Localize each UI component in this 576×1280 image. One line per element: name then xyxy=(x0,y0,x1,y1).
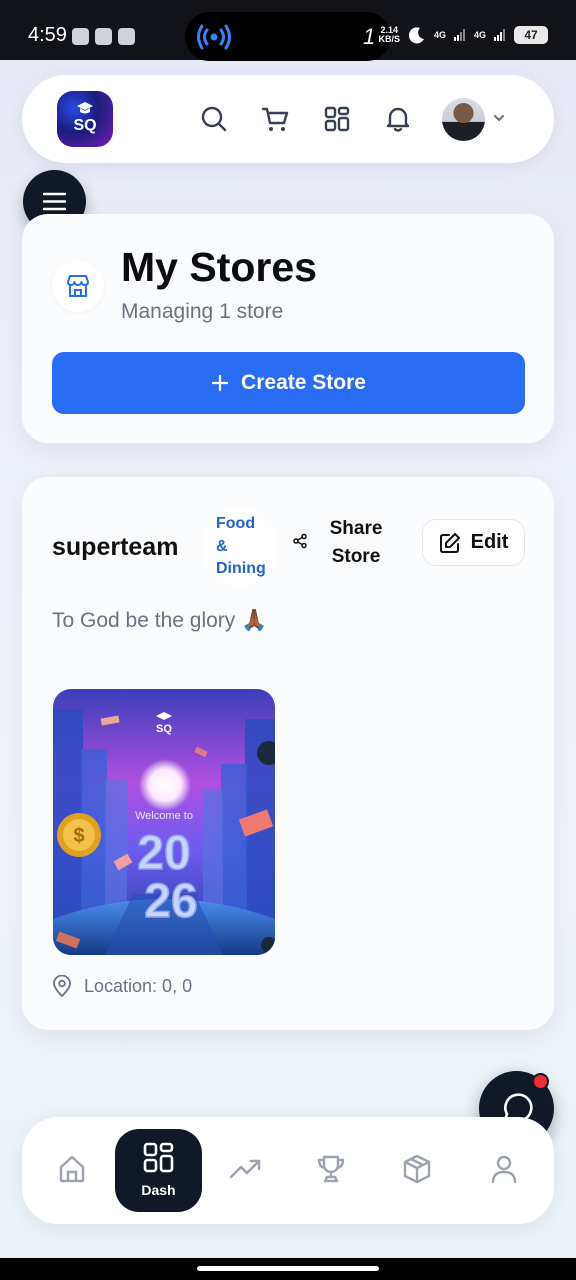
bottom-navbar: Dash xyxy=(22,1117,554,1224)
moon-icon xyxy=(408,27,424,44)
category-badge: Food & Dining xyxy=(204,507,276,587)
store-banner-image: SQ Welcome to 20 26 $ xyxy=(53,689,275,955)
create-store-label: Create Store xyxy=(241,371,366,394)
stores-header-card: My Stores Managing 1 store Create Store xyxy=(22,214,554,443)
app-logo[interactable]: SQ xyxy=(57,91,113,147)
signal-icon xyxy=(494,29,505,41)
plus-icon xyxy=(211,374,229,392)
search-icon[interactable] xyxy=(200,105,228,133)
sq-logo-mark: SQ xyxy=(156,712,172,735)
bell-icon[interactable] xyxy=(384,105,412,133)
trending-up-icon[interactable] xyxy=(229,1153,261,1185)
store-name: superteam xyxy=(52,533,179,561)
gesture-bar xyxy=(0,1258,576,1280)
grid-icon[interactable] xyxy=(323,105,351,133)
island-counter: 1 xyxy=(363,24,376,49)
logo-text: SQ xyxy=(73,117,97,134)
svg-text:SQ: SQ xyxy=(156,723,172,735)
edit-button[interactable]: Edit xyxy=(422,519,525,566)
broadcast-icon xyxy=(197,24,231,50)
app-notification-icon xyxy=(72,28,89,45)
battery-icon: 47 xyxy=(514,26,548,44)
svg-text:Welcome to: Welcome to xyxy=(135,810,193,822)
map-pin-icon xyxy=(53,975,71,997)
cart-icon[interactable] xyxy=(261,105,289,133)
hamburger-menu-icon xyxy=(43,192,66,211)
svg-text:$: $ xyxy=(73,825,84,847)
store-description: To God be the glory 🙏🏾 xyxy=(52,609,268,632)
dynamic-island: 1 xyxy=(185,12,391,61)
store-location: Location: 0, 0 xyxy=(52,975,192,997)
edit-icon xyxy=(439,532,460,553)
share-icon xyxy=(293,533,307,549)
home-indicator[interactable] xyxy=(197,1266,379,1271)
signal-icon xyxy=(453,29,465,41)
status-time: 4:59 xyxy=(28,24,67,46)
chevron-down-icon[interactable] xyxy=(492,113,506,123)
nav-dashboard[interactable]: Dash xyxy=(115,1129,202,1212)
app-notification-icon xyxy=(118,28,135,45)
edit-label: Edit xyxy=(470,531,509,553)
snapchat-icon xyxy=(95,28,112,45)
store-card: superteam Food & Dining Share Store Edit… xyxy=(22,477,554,1030)
location-text: Location: 0, 0 xyxy=(84,975,193,996)
package-icon[interactable] xyxy=(401,1153,433,1185)
store-image[interactable]: SQ Welcome to 20 26 $ xyxy=(53,689,275,955)
nav-dashboard-label: Dash xyxy=(141,1182,176,1198)
dashboard-icon xyxy=(143,1142,174,1173)
user-icon[interactable] xyxy=(488,1153,520,1185)
avatar[interactable] xyxy=(442,98,485,141)
create-store-button[interactable]: Create Store xyxy=(52,352,525,414)
share-store-button[interactable]: Share Store xyxy=(292,513,402,573)
svg-text:20: 20 xyxy=(137,827,190,880)
network-type-2: 4G xyxy=(473,30,486,40)
page-title: My Stores xyxy=(121,244,317,290)
status-app-icons xyxy=(72,28,135,45)
page-subtitle: Managing 1 store xyxy=(121,300,284,323)
store-icon xyxy=(67,275,89,297)
share-store-label: Share Store xyxy=(329,518,383,567)
home-icon[interactable] xyxy=(56,1153,88,1185)
graduation-cap-icon xyxy=(77,102,93,114)
notification-dot xyxy=(532,1073,549,1090)
store-badge xyxy=(52,260,104,312)
status-bar: 4:59 1 2.14 KB/S 4G 4G 47 xyxy=(0,0,576,61)
network-speed: 2.14 KB/S xyxy=(378,25,400,44)
top-navbar: SQ xyxy=(22,75,554,163)
status-indicators: 2.14 KB/S 4G 4G 47 xyxy=(378,26,548,44)
svg-text:26: 26 xyxy=(144,875,197,928)
trophy-icon[interactable] xyxy=(315,1153,347,1185)
network-type-1: 4G xyxy=(433,30,446,40)
